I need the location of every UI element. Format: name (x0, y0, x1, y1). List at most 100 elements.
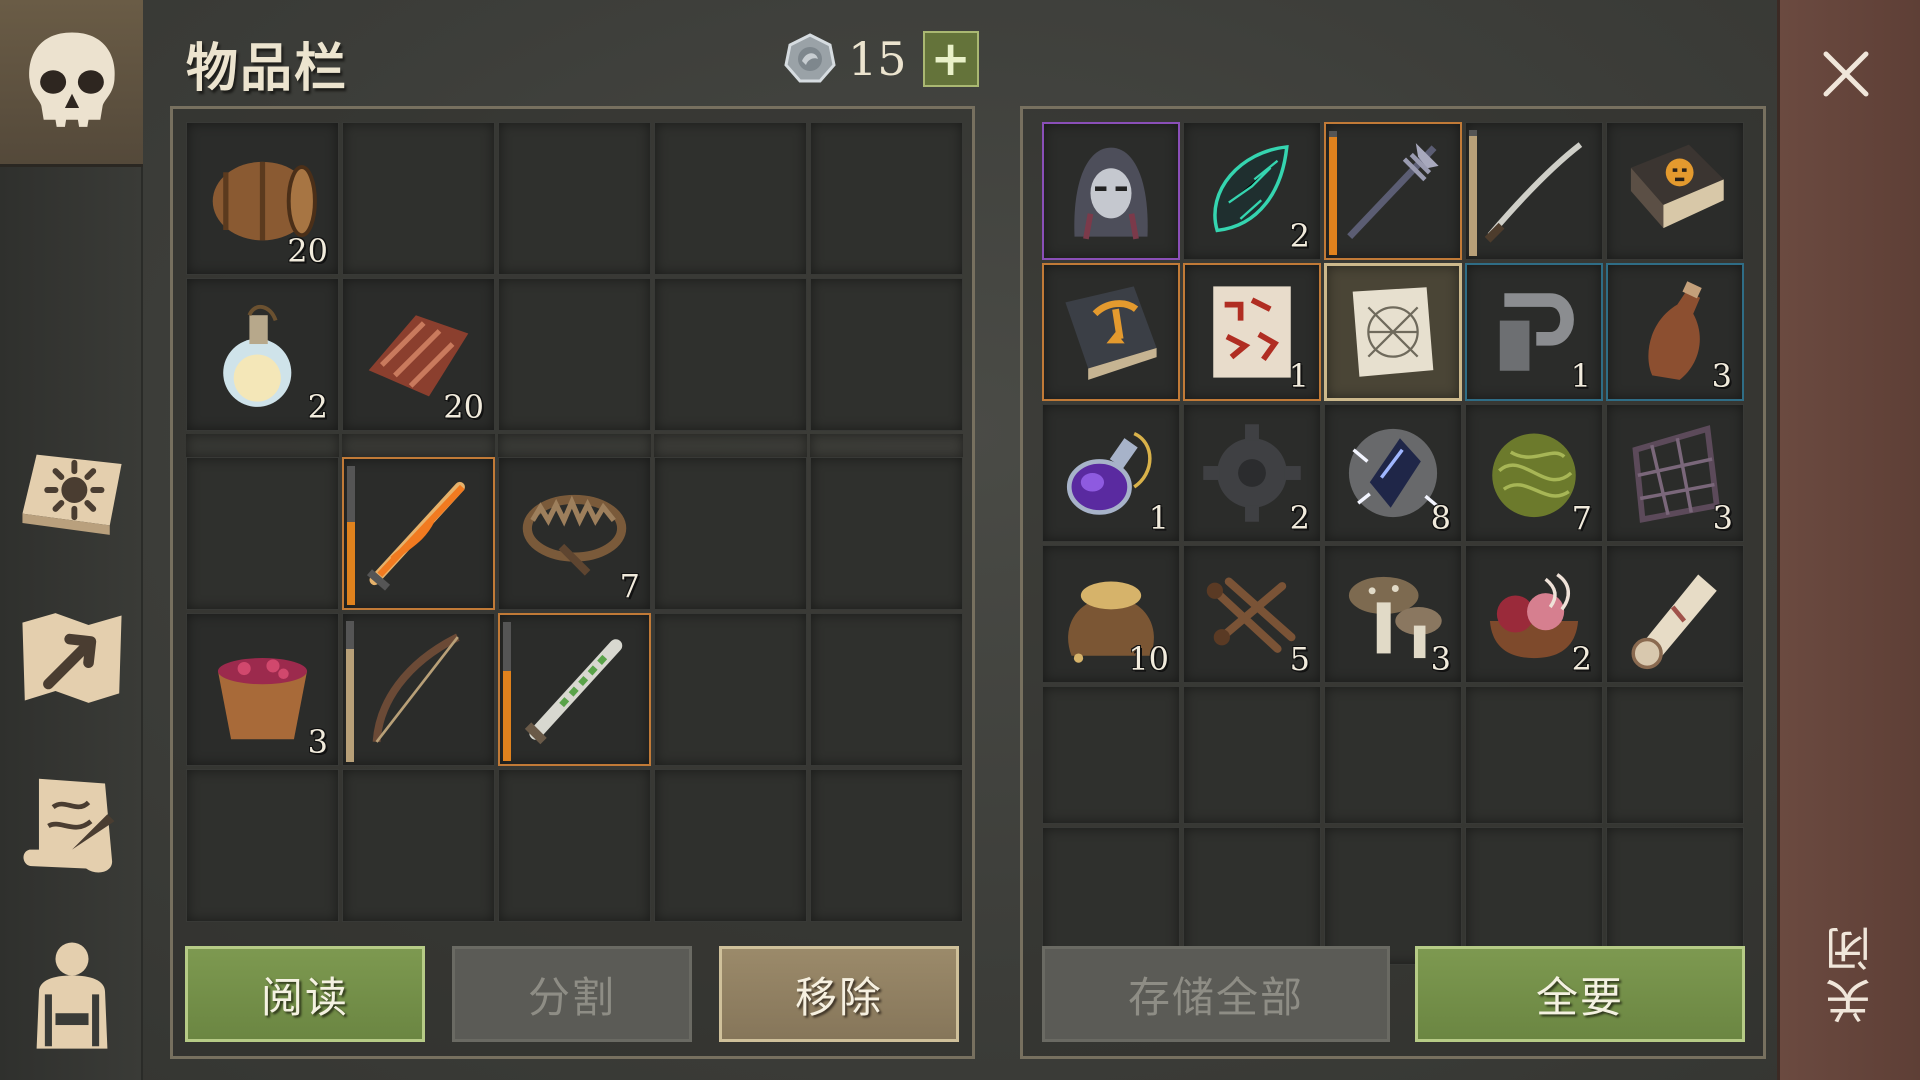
inventory-slot[interactable]: 7 (1465, 404, 1603, 542)
empty-slot[interactable] (654, 613, 807, 766)
empty-slot[interactable] (1183, 827, 1321, 965)
inventory-slot[interactable]: 3 (1324, 545, 1462, 683)
item-count: 1 (1570, 357, 1591, 395)
remove-button[interactable]: 移除 (719, 946, 959, 1042)
item-count: 2 (1571, 640, 1592, 678)
empty-slot[interactable] (1606, 686, 1744, 824)
empty-slot[interactable] (810, 457, 963, 610)
currency-amount: 15 (848, 32, 907, 86)
pickaxe-book-icon (1054, 275, 1168, 389)
item-count: 3 (1712, 499, 1733, 537)
hooded-figure-icon (1054, 134, 1168, 248)
item-count: 20 (287, 232, 328, 270)
inventory-slot[interactable] (1324, 122, 1462, 260)
empty-slot[interactable] (342, 122, 495, 275)
inventory-slot[interactable]: 2 (1465, 545, 1603, 683)
add-currency-button[interactable]: + (922, 31, 979, 87)
inventory-slot[interactable] (1042, 263, 1180, 401)
close-sidebar[interactable] (1777, 0, 1920, 1080)
empty-slot[interactable] (186, 457, 339, 610)
empty-slot[interactable] (654, 122, 807, 275)
store-all-button[interactable]: 存储全部 (1042, 946, 1390, 1042)
item-count: 3 (307, 723, 328, 761)
item-count: 8 (1430, 499, 1451, 537)
skull-icon (10, 20, 134, 144)
inventory-slot[interactable]: 7 (498, 457, 651, 610)
split-button[interactable]: 分割 (452, 946, 692, 1042)
empty-slot[interactable] (1324, 686, 1462, 824)
inventory-slot[interactable]: 2 (186, 278, 339, 431)
inventory-slot[interactable] (1606, 122, 1744, 260)
empty-slot[interactable] (1606, 827, 1744, 965)
close-label[interactable]: 关闭 (1818, 920, 1878, 1024)
empty-slot[interactable] (1324, 827, 1462, 965)
empty-slot[interactable] (810, 613, 963, 766)
character-silhouette-icon[interactable] (10, 930, 134, 1054)
left-sidebar (0, 0, 143, 1080)
empty-slot[interactable] (1183, 686, 1321, 824)
storage-grid: 2 1 1 3 1 2 8 7 3 10 5 3 2 (1042, 122, 1744, 965)
mask-book-icon (1617, 133, 1733, 249)
poison-dagger-icon (510, 625, 639, 754)
close-icon[interactable] (1818, 46, 1874, 102)
inventory-slot[interactable]: 3 (186, 613, 339, 766)
sun-book-icon[interactable] (10, 428, 134, 552)
empty-slot[interactable] (498, 769, 651, 922)
inventory-slot[interactable] (342, 613, 495, 766)
quill-scroll-icon[interactable] (10, 764, 134, 888)
empty-slot[interactable] (654, 278, 807, 431)
item-count: 7 (1571, 499, 1592, 537)
blueprint-scroll-icon (1337, 276, 1449, 388)
inventory-slot[interactable]: 2 (1183, 122, 1321, 260)
take-all-button[interactable]: 全要 (1415, 946, 1745, 1042)
empty-slot[interactable] (810, 122, 963, 275)
inventory-slot[interactable]: 20 (342, 278, 495, 431)
flame-sword-icon (354, 469, 483, 598)
item-count: 7 (619, 567, 640, 605)
item-count: 5 (1289, 640, 1310, 678)
inventory-slot[interactable] (498, 613, 651, 766)
sidebar-tab-character[interactable] (0, 0, 143, 167)
katana-icon (1476, 133, 1592, 249)
item-count: 1 (1288, 357, 1309, 395)
empty-slot[interactable] (810, 278, 963, 431)
inventory-slot[interactable] (1465, 122, 1603, 260)
inventory-slot[interactable]: 5 (1183, 545, 1321, 683)
inventory-slot[interactable] (1042, 122, 1180, 260)
inventory-slot[interactable] (1606, 545, 1744, 683)
inventory-slot[interactable]: 1 (1183, 263, 1321, 401)
inventory-slot[interactable]: 10 (1042, 545, 1180, 683)
item-count: 10 (1128, 640, 1169, 678)
empty-slot[interactable] (342, 769, 495, 922)
inventory-slot[interactable]: 2 (1183, 404, 1321, 542)
empty-slot[interactable] (1042, 827, 1180, 965)
empty-slot[interactable] (1042, 686, 1180, 824)
rolled-scroll-icon (1617, 556, 1733, 672)
bow-icon (353, 624, 484, 755)
inventory-slot[interactable]: 3 (1606, 404, 1744, 542)
inventory-slot[interactable]: 3 (1606, 263, 1744, 401)
inventory-slot[interactable] (342, 457, 495, 610)
inventory-slot[interactable]: 1 (1042, 404, 1180, 542)
empty-slot[interactable] (810, 769, 963, 922)
empty-slot[interactable] (654, 769, 807, 922)
map-icon[interactable] (10, 596, 134, 720)
silver-coin-icon (784, 33, 836, 85)
inventory-slot[interactable]: 20 (186, 122, 339, 275)
empty-slot[interactable] (498, 122, 651, 275)
inventory-slot[interactable]: 8 (1324, 404, 1462, 542)
empty-slot[interactable] (1465, 827, 1603, 965)
inventory-slot[interactable] (1324, 263, 1462, 401)
empty-slot[interactable] (1465, 686, 1603, 824)
read-button[interactable]: 阅读 (185, 946, 425, 1042)
item-count: 2 (1289, 217, 1310, 255)
inventory-slot[interactable]: 1 (1465, 263, 1603, 401)
empty-slot[interactable] (498, 278, 651, 431)
item-count: 3 (1711, 357, 1732, 395)
empty-slot[interactable] (654, 457, 807, 610)
empty-slot[interactable] (186, 769, 339, 922)
